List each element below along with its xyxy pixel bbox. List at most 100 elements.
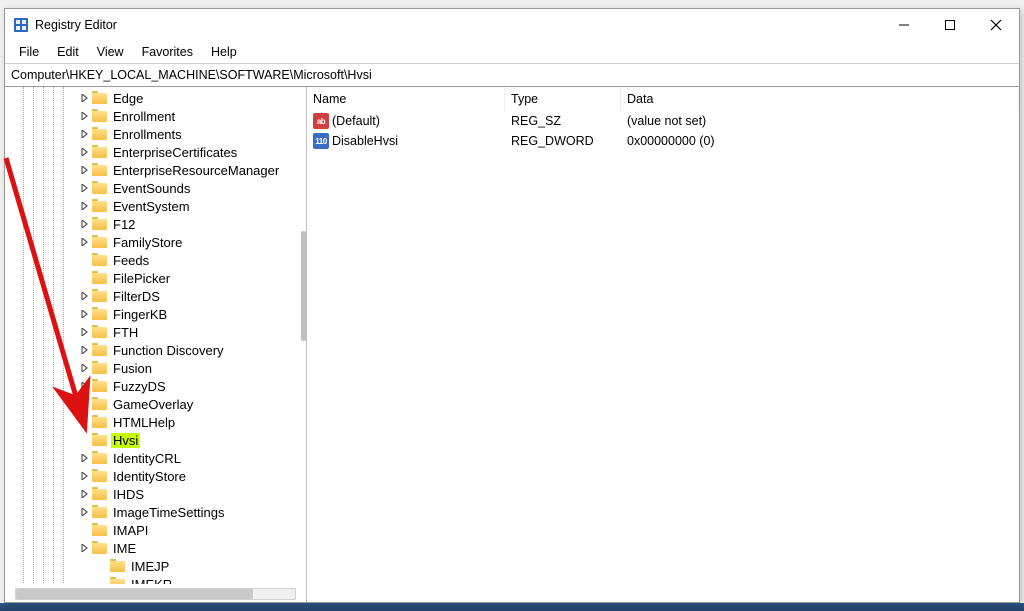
chevron-right-icon[interactable] [79,92,91,104]
menu-view[interactable]: View [89,43,132,61]
folder-icon [92,343,108,357]
chevron-right-icon[interactable] [79,146,91,158]
tree-node[interactable]: ImageTimeSettings [5,503,300,521]
tree-node[interactable]: IdentityCRL [5,449,300,467]
menu-edit[interactable]: Edit [49,43,87,61]
folder-icon [92,433,108,447]
tree-node[interactable]: IHDS [5,485,300,503]
chevron-right-icon[interactable] [79,326,91,338]
folder-icon [92,109,108,123]
chevron-right-icon[interactable] [79,542,91,554]
tree-node[interactable]: Fusion [5,359,300,377]
chevron-right-icon[interactable] [79,308,91,320]
chevron-right-icon[interactable] [79,290,91,302]
value-data: 0x00000000 (0) [621,134,1019,148]
folder-icon [92,361,108,375]
tree-node[interactable]: F12 [5,215,300,233]
tree-node[interactable]: Enrollment [5,107,300,125]
tree-node-label: Hvsi [111,433,140,448]
chevron-right-icon[interactable] [79,362,91,374]
chevron-right-icon[interactable] [79,164,91,176]
tree-node[interactable]: IME [5,539,300,557]
chevron-right-icon[interactable] [79,344,91,356]
chevron-right-icon[interactable] [79,470,91,482]
tree-node[interactable]: FamilyStore [5,233,300,251]
menu-help[interactable]: Help [203,43,245,61]
tree-node[interactable]: IdentityStore [5,467,300,485]
tree-vscrollbar[interactable] [301,231,306,341]
chevron-right-icon[interactable] [79,506,91,518]
folder-icon [92,163,108,177]
tree-node-label: Feeds [111,253,151,268]
tree-node-label: ImageTimeSettings [111,505,227,520]
tree-node[interactable]: FilterDS [5,287,300,305]
tree-node[interactable]: IMEKR [5,575,300,584]
tree-node[interactable]: Enrollments [5,125,300,143]
col-header-data[interactable]: Data [621,87,1019,111]
chevron-right-icon[interactable] [79,182,91,194]
chevron-right-icon[interactable] [79,380,91,392]
tree-node[interactable]: FilePicker [5,269,300,287]
tree-node[interactable]: EnterpriseResourceManager [5,161,300,179]
window-title: Registry Editor [35,18,117,32]
window-controls [881,9,1019,41]
titlebar[interactable]: Registry Editor [5,9,1019,41]
tree-node[interactable]: HTMLHelp [5,413,300,431]
folder-icon [92,469,108,483]
tree-node-label: IMEKR [129,577,174,585]
tree-node-label: GameOverlay [111,397,195,412]
tree-node[interactable]: Edge [5,89,300,107]
values-panel: Name Type Data ab(Default)REG_SZ(value n… [307,87,1019,602]
col-header-type[interactable]: Type [505,87,621,111]
folder-icon [92,415,108,429]
value-row[interactable]: 110DisableHvsiREG_DWORD0x00000000 (0) [307,131,1019,151]
tree-node[interactable]: GameOverlay [5,395,300,413]
tree-node-label: IME [111,541,138,556]
list-body[interactable]: ab(Default)REG_SZ(value not set)110Disab… [307,111,1019,151]
tree-hscroll-thumb[interactable] [16,589,253,599]
tree-node-label: Function Discovery [111,343,226,358]
close-button[interactable] [973,9,1019,41]
value-row[interactable]: ab(Default)REG_SZ(value not set) [307,111,1019,131]
chevron-right-icon[interactable] [79,236,91,248]
tree-node[interactable]: FingerKB [5,305,300,323]
list-header[interactable]: Name Type Data [307,87,1019,111]
folder-icon [92,307,108,321]
tree-node-label: HTMLHelp [111,415,177,430]
chevron-right-icon[interactable] [79,128,91,140]
chevron-right-icon[interactable] [79,200,91,212]
tree-node[interactable]: FTH [5,323,300,341]
tree-node[interactable]: EnterpriseCertificates [5,143,300,161]
tree-node-label: F12 [111,217,137,232]
chevron-right-icon[interactable] [79,110,91,122]
folder-icon [92,253,108,267]
folder-icon [92,289,108,303]
tree-node[interactable]: EventSystem [5,197,300,215]
chevron-right-icon[interactable] [79,218,91,230]
registry-tree[interactable]: EdgeEnrollmentEnrollments EnterpriseCerti… [5,87,300,584]
tree-node[interactable]: IMAPI [5,521,300,539]
folder-icon [92,325,108,339]
chevron-right-icon[interactable] [79,452,91,464]
maximize-button[interactable] [927,9,973,41]
tree-node[interactable]: EventSounds [5,179,300,197]
tree-node[interactable]: Hvsi [5,431,300,449]
tree-node[interactable]: IMEJP [5,557,300,575]
tree-node[interactable]: FuzzyDS [5,377,300,395]
minimize-button[interactable] [881,9,927,41]
tree-node-label: IHDS [111,487,146,502]
chevron-right-icon[interactable] [79,398,91,410]
tree-node[interactable]: Feeds [5,251,300,269]
tree-node-label: EnterpriseCertificates [111,145,239,160]
addressbar[interactable]: Computer\HKEY_LOCAL_MACHINE\SOFTWARE\Mic… [5,63,1019,87]
tree-node-label: FamilyStore [111,235,184,250]
value-name: (Default) [332,114,380,128]
tree-hscrollbar[interactable] [15,588,296,600]
menu-favorites[interactable]: Favorites [134,43,201,61]
folder-icon [92,271,108,285]
tree-node[interactable]: Function Discovery [5,341,300,359]
chevron-right-icon[interactable] [79,416,91,428]
menu-file[interactable]: File [11,43,47,61]
col-header-name[interactable]: Name [307,87,505,111]
chevron-right-icon[interactable] [79,488,91,500]
